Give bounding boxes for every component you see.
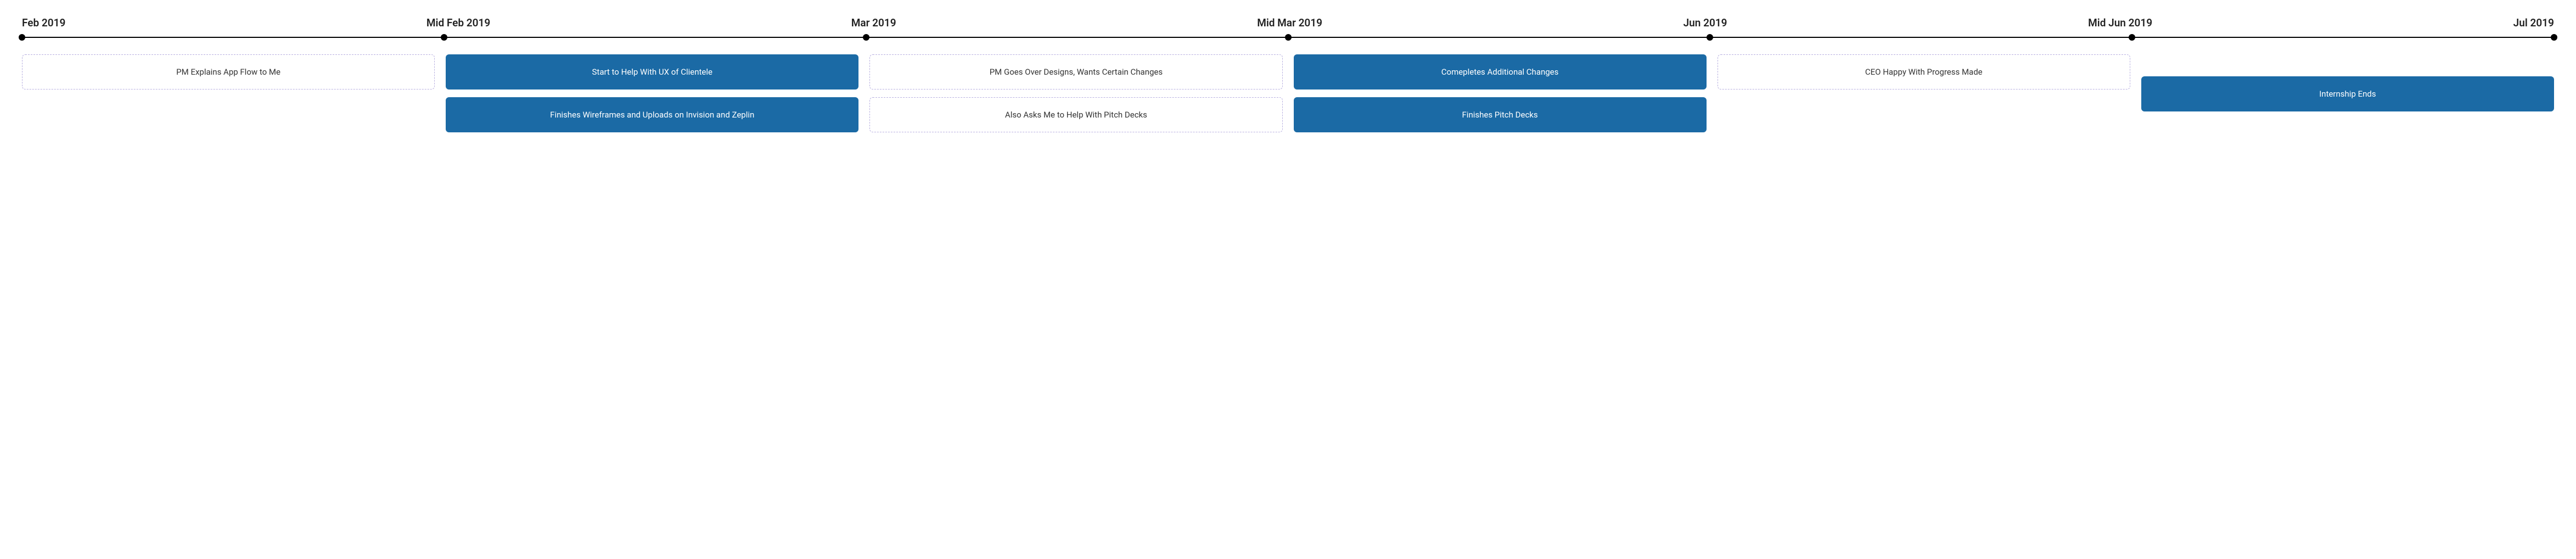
timeline-card: Also Asks Me to Help With Pitch Decks: [869, 97, 1282, 132]
timeline-column: Internship Ends: [2141, 76, 2554, 132]
timeline-label: Jul 2019: [2513, 16, 2554, 29]
timeline-card: Finishes Pitch Decks: [1294, 97, 1707, 132]
timeline-card: CEO Happy With Progress Made: [1718, 54, 2130, 90]
timeline-column: Start to Help With UX of Clientele Finish…: [446, 54, 858, 132]
timeline-card: PM Explains App Flow to Me: [22, 54, 435, 90]
axis-dot: [19, 34, 25, 41]
timeline-label: Mid Mar 2019: [1257, 16, 1322, 29]
timeline-column: Comepletes Additional Changes Finishes Pi…: [1294, 54, 1707, 132]
axis-dot: [1707, 34, 1713, 41]
timeline-column: PM Explains App Flow to Me: [22, 54, 435, 132]
axis-dot: [863, 34, 869, 41]
timeline-labels-row: Feb 2019 Mid Feb 2019 Mar 2019 Mid Mar 2019…: [22, 16, 2554, 29]
timeline-label: Mid Jun 2019: [2088, 16, 2152, 29]
timeline-label: Feb 2019: [22, 16, 65, 29]
timeline-label: Jun 2019: [1683, 16, 1727, 29]
timeline-columns: PM Explains App Flow to Me Start to Help …: [22, 54, 2554, 132]
timeline-column: PM Goes Over Designs, Wants Certain Chan…: [869, 54, 1282, 132]
axis-dot: [1285, 34, 1292, 41]
timeline-card: Start to Help With UX of Clientele: [446, 54, 858, 90]
timeline-label: Mar 2019: [851, 16, 896, 29]
axis-dot: [2129, 34, 2135, 41]
timeline-card: Comepletes Additional Changes: [1294, 54, 1707, 90]
timeline-column: CEO Happy With Progress Made: [1718, 54, 2130, 132]
timeline-axis: [22, 33, 2554, 41]
timeline-diagram: Feb 2019 Mid Feb 2019 Mar 2019 Mid Mar 2019…: [22, 16, 2554, 132]
timeline-card: Internship Ends: [2141, 76, 2554, 111]
timeline-card: PM Goes Over Designs, Wants Certain Chan…: [869, 54, 1282, 90]
axis-dot: [2551, 34, 2557, 41]
axis-dot: [441, 34, 447, 41]
timeline-card: Finishes Wireframes and Uploads on Invis…: [446, 97, 858, 132]
timeline-label: Mid Feb 2019: [426, 16, 490, 29]
